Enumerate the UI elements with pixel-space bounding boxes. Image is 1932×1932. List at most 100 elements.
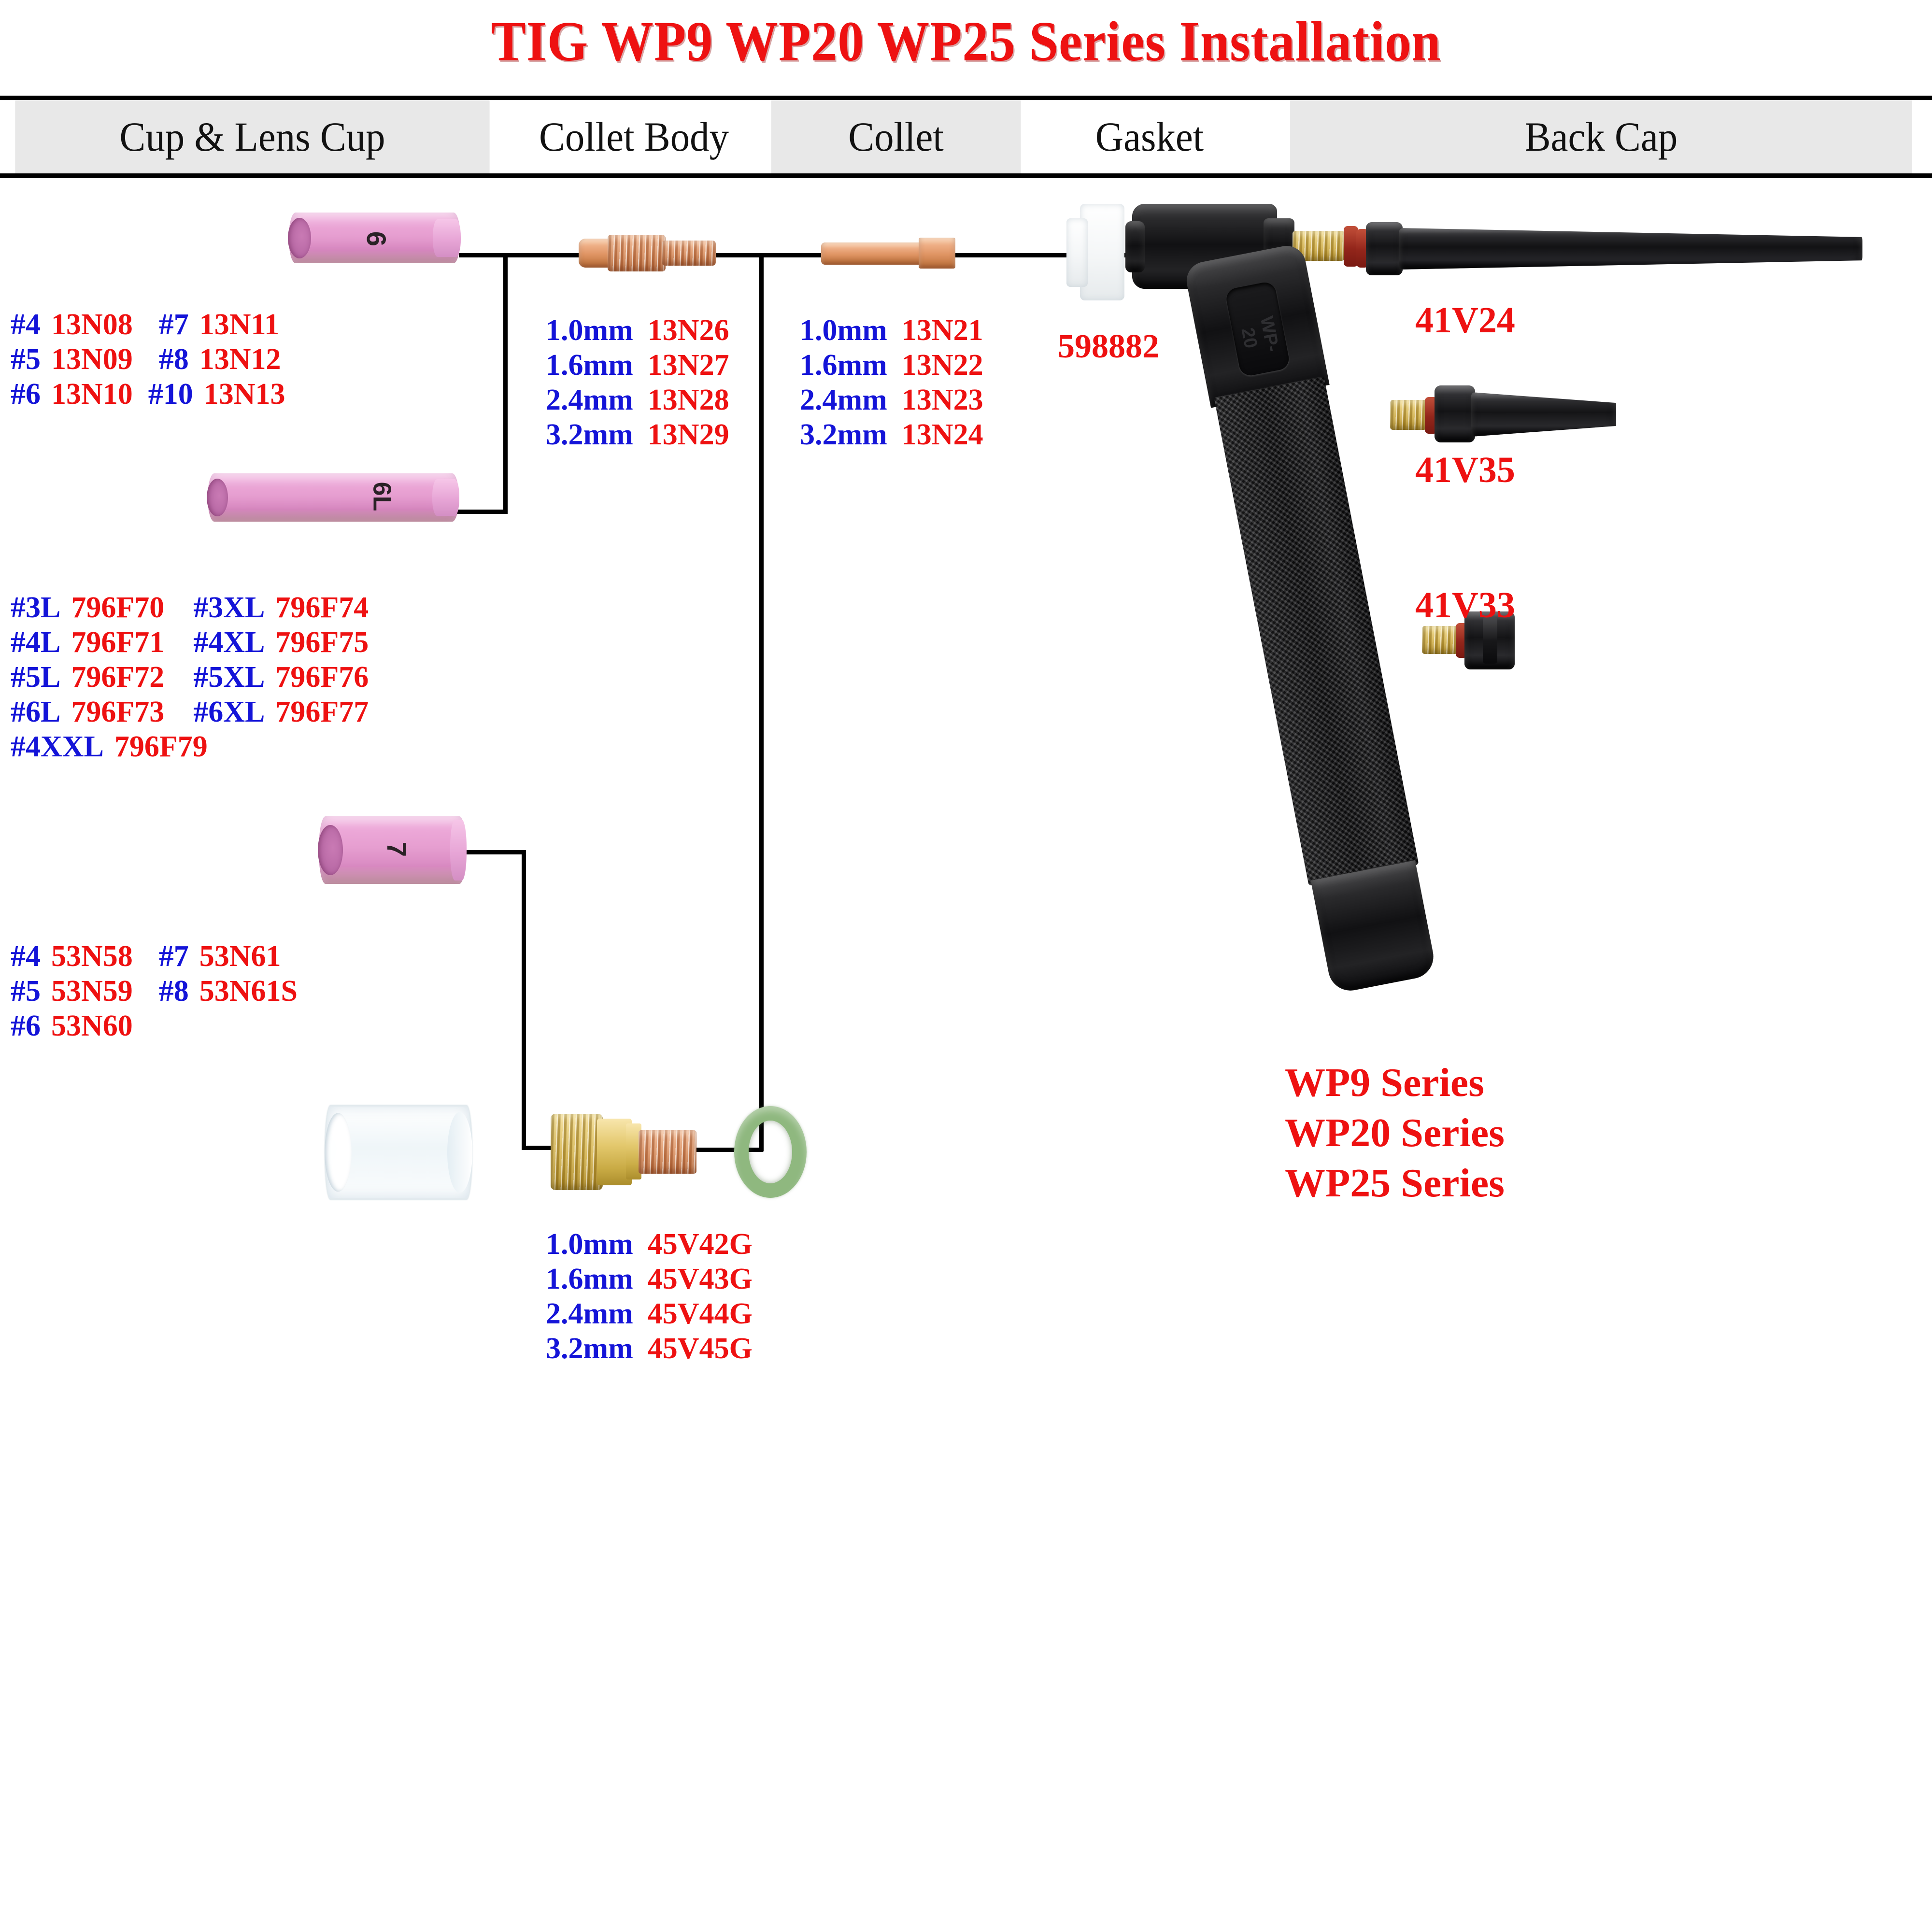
part-collet-body — [579, 231, 719, 274]
spec-size: #3XL — [193, 591, 265, 624]
spec-row: #6 53N60 — [11, 1009, 298, 1043]
spec-part-number: 796F75 — [275, 626, 369, 659]
cup-size-marking: 7 — [382, 841, 412, 857]
spec-size: 1.6mm — [800, 349, 887, 382]
spec-row: #4 53N58 #7 53N61 — [11, 939, 298, 974]
spec-row: #4L 796F71 #4XL 796F75 — [11, 625, 369, 660]
spec-part-number: 13N13 — [203, 378, 285, 411]
back-cap-part-number-long: 41V24 — [1415, 300, 1515, 341]
spec-size: #4L — [11, 626, 61, 659]
series-label-wp20: WP20 Series — [1285, 1110, 1505, 1155]
spec-size: #6 — [11, 1009, 41, 1042]
back-cap-part-number-medium: 41V35 — [1415, 450, 1515, 490]
spec-size: #5 — [11, 975, 41, 1008]
spec-size: #7 — [158, 308, 189, 341]
spec-part-number: 45V45G — [647, 1332, 753, 1365]
torch-handle: WP-20 — [1183, 242, 1444, 995]
branch-vertical-gaslens-cup — [522, 850, 526, 1150]
spec-row: 1.0mm 13N21 — [800, 313, 983, 348]
spec-size: #6L — [11, 696, 61, 728]
spec-size: 3.2mm — [546, 418, 633, 451]
spec-size: #10 — [148, 378, 193, 411]
spec-part-number: 796F71 — [71, 626, 165, 659]
spec-size: 3.2mm — [800, 418, 887, 451]
spec-part-number: 13N08 — [51, 308, 133, 341]
spec-size: #4 — [11, 308, 41, 341]
spec-row: #6 13N10 #10 13N13 — [11, 377, 285, 412]
header-label: Collet — [848, 114, 944, 160]
spec-size: 1.6mm — [546, 349, 633, 382]
header-cell-collet: Collet — [771, 100, 1021, 173]
header-label: Collet Body — [539, 114, 729, 160]
part-back-cap-medium — [1390, 381, 1641, 446]
part-gasket — [1066, 204, 1124, 300]
category-header-row: Cup & Lens Cup Collet Body Collet Gasket… — [0, 96, 1932, 178]
spec-size: 1.6mm — [546, 1263, 633, 1295]
series-label-wp9: WP9 Series — [1285, 1060, 1484, 1105]
spec-row: 3.2mm 13N24 — [800, 417, 983, 452]
spec-row: #5L 796F72 #5XL 796F76 — [11, 660, 369, 695]
spec-part-number: 13N21 — [901, 314, 983, 347]
spec-row: #3L 796F70 #3XL 796F74 — [11, 590, 369, 625]
spec-part-number: 13N29 — [647, 418, 729, 451]
spec-list-collet: 1.0mm 13N21 1.6mm 13N22 2.4mm 13N23 3.2mm 13… — [800, 313, 983, 452]
header-cell-cup-lens-cup: Cup & Lens Cup — [15, 100, 490, 173]
spec-list-gas-lens-body: 1.0mm 45V42G 1.6mm 45V43G 2.4mm 45V44G 3.2m… — [546, 1227, 753, 1366]
spec-part-number: 13N23 — [901, 384, 983, 416]
spec-row: 1.0mm 13N26 — [546, 313, 729, 348]
spec-part-number: 13N24 — [901, 418, 983, 451]
spec-row: 2.4mm 45V44G — [546, 1296, 753, 1331]
header-label: Back Cap — [1524, 114, 1678, 160]
spec-row: #5 13N09 #8 13N12 — [11, 342, 285, 377]
header-label: Cup & Lens Cup — [119, 114, 385, 160]
spec-part-number: 796F74 — [275, 591, 369, 624]
spec-row: #5 53N59 #8 53N61S — [11, 974, 298, 1009]
header-cell-collet-body: Collet Body — [512, 100, 755, 173]
spec-size: #8 — [158, 343, 189, 376]
spec-size: 2.4mm — [546, 1297, 633, 1330]
spec-part-number: 53N58 — [51, 940, 133, 973]
spec-size: #4XL — [193, 626, 265, 659]
spec-list-cup-standard: #4 13N08 #7 13N11 #5 13N09 #8 13N12 #6 13N10 #10… — [11, 307, 285, 412]
part-ceramic-cup-standard: 6 — [288, 213, 461, 263]
spec-size: #5L — [11, 661, 61, 694]
spec-size: 1.0mm — [546, 1228, 633, 1261]
spec-part-number: 45V43G — [647, 1263, 753, 1295]
spec-size: #5XL — [193, 661, 265, 694]
header-cell-back-cap: Back Cap — [1290, 100, 1912, 173]
spec-size: 3.2mm — [546, 1332, 633, 1365]
spec-part-number: 13N11 — [199, 308, 280, 341]
cup-size-marking: 6 — [361, 231, 392, 247]
spec-part-number: 13N10 — [51, 378, 133, 411]
spec-part-number: 796F76 — [275, 661, 369, 694]
spec-part-number: 13N09 — [51, 343, 133, 376]
part-o-ring-green — [734, 1106, 807, 1198]
spec-size: #7 — [158, 940, 189, 973]
spec-list-cup-gaslens: #4 53N58 #7 53N61 #5 53N59 #8 53N61S #6 53N60 — [11, 939, 298, 1043]
spec-part-number: 53N61S — [199, 975, 298, 1008]
spec-part-number: 45V44G — [647, 1297, 753, 1330]
header-cell-gasket: Gasket — [1036, 100, 1263, 173]
spec-list-collet-body: 1.0mm 13N26 1.6mm 13N27 2.4mm 13N28 3.2mm 13… — [546, 313, 729, 452]
spec-row: 1.6mm 13N27 — [546, 348, 729, 383]
spec-list-cup-long: #3L 796F70 #3XL 796F74 #4L 796F71 #4XL 796F75 … — [11, 590, 369, 764]
part-glass-cup — [325, 1105, 472, 1200]
spec-part-number: 45V42G — [647, 1228, 753, 1261]
part-back-cap-long — [1356, 220, 1892, 277]
spec-size: 1.0mm — [800, 314, 887, 347]
spec-row: #4 13N08 #7 13N11 — [11, 307, 285, 342]
spec-size: 1.0mm — [546, 314, 633, 347]
part-ceramic-cup-gaslens: 7 — [318, 816, 467, 884]
spec-size: 2.4mm — [800, 384, 887, 416]
spec-size: 2.4mm — [546, 384, 633, 416]
spec-size: #4 — [11, 940, 41, 973]
series-label-wp25: WP25 Series — [1285, 1161, 1505, 1206]
branch-vertical-cup-group — [503, 253, 508, 514]
spec-part-number: 53N61 — [199, 940, 281, 973]
spec-part-number: 796F77 — [275, 696, 369, 728]
part-gas-lens-collet-body — [551, 1106, 710, 1198]
branch-vertical-oring-to-axis — [759, 253, 764, 1151]
spec-part-number: 796F72 — [71, 661, 165, 694]
spec-row: #4XXL 796F79 — [11, 729, 369, 764]
spec-size: #4XXL — [11, 730, 104, 763]
